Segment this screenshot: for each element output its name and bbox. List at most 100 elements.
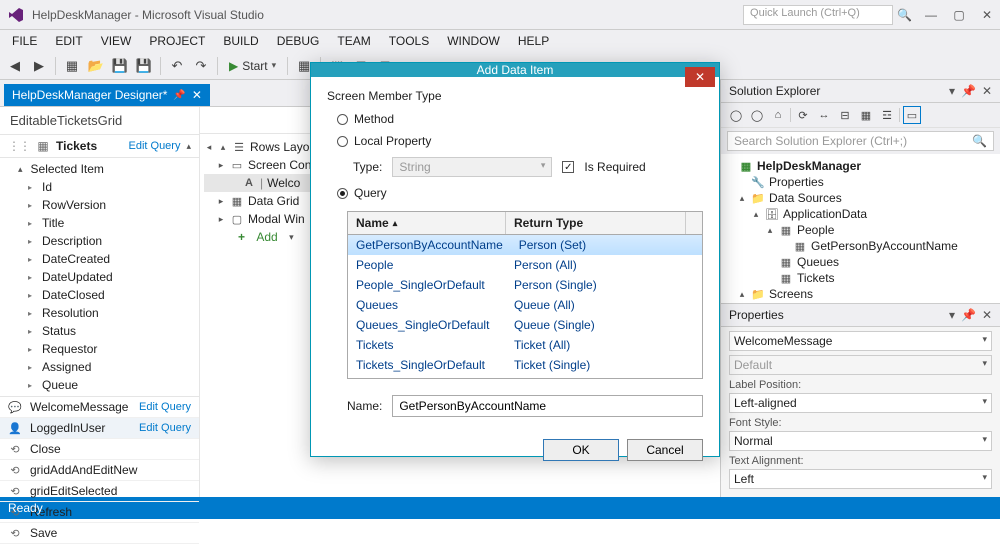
menu-team[interactable]: TEAM: [329, 32, 378, 50]
field-item[interactable]: Description: [0, 232, 199, 250]
menu-help[interactable]: HELP: [510, 32, 557, 50]
props-label: Label Position:: [729, 379, 992, 391]
se-properties[interactable]: 🔧Properties: [723, 174, 998, 190]
action-item[interactable]: ⟲Close: [0, 439, 199, 460]
layout-screen-content[interactable]: ▸▭Screen Con: [204, 156, 716, 174]
redo-icon[interactable]: ↷: [190, 55, 212, 77]
tb-icon-1[interactable]: ▦: [293, 55, 315, 77]
se-sync-icon[interactable]: ↔: [815, 106, 833, 124]
se-preview-icon[interactable]: ▭: [903, 106, 921, 124]
start-button[interactable]: ▶Start▾: [223, 59, 282, 73]
menu-window[interactable]: WINDOW: [439, 32, 508, 50]
props-label-position[interactable]: Left-aligned▾: [729, 393, 992, 413]
menu-edit[interactable]: EDIT: [47, 32, 90, 50]
field-item[interactable]: DateClosed: [0, 286, 199, 304]
field-item[interactable]: Status: [0, 322, 199, 340]
field-item[interactable]: Requestor: [0, 340, 199, 358]
minimize-button[interactable]: —: [924, 8, 938, 22]
rows-icon: ☰: [232, 141, 246, 154]
tb-icon-4[interactable]: ⊟: [374, 55, 396, 77]
user-icon: 👤: [8, 422, 22, 435]
doc-tab-designer[interactable]: HelpDeskManager Designer* 📌 ✕: [4, 84, 210, 106]
action-item[interactable]: ⟲Save: [0, 523, 199, 544]
window-title: HelpDeskManager - Microsoft Visual Studi…: [32, 8, 264, 22]
se-project[interactable]: ▦HelpDeskManager: [723, 158, 998, 174]
layout-welcome[interactable]: A|Welco: [204, 174, 716, 192]
nav-back-icon[interactable]: ◀: [4, 55, 26, 77]
tickets-node[interactable]: ⋮⋮ ▦ Tickets Edit Query ▴: [0, 135, 199, 158]
menu-debug[interactable]: DEBUG: [269, 32, 328, 50]
pin-icon[interactable]: 📌: [173, 90, 185, 101]
tb-icon-2[interactable]: ⬚: [326, 55, 348, 77]
action-item[interactable]: ⟲gridAddAndEditNew: [0, 460, 199, 481]
menu-file[interactable]: FILE: [4, 32, 45, 50]
field-item[interactable]: Queue: [0, 376, 199, 394]
tb-icon-3[interactable]: ⊞: [350, 55, 372, 77]
se-home-icon[interactable]: ⌂: [769, 106, 787, 124]
se-data-sources[interactable]: ▴📁Data Sources: [723, 190, 998, 206]
menu-build[interactable]: BUILD: [215, 32, 266, 50]
chevron-up-icon[interactable]: ▴: [186, 141, 191, 152]
quick-launch-input[interactable]: Quick Launch (Ctrl+Q): [743, 5, 893, 25]
se-queues[interactable]: ▦Queues: [723, 254, 998, 270]
layout-rows[interactable]: ◂▴☰Rows Layout: [204, 138, 716, 156]
pin-icon[interactable]: 📌: [961, 308, 976, 322]
se-refresh-icon[interactable]: ⟳: [794, 106, 812, 124]
field-item[interactable]: DateUpdated: [0, 268, 199, 286]
props-font-style[interactable]: Normal▾: [729, 431, 992, 451]
props-default-combo[interactable]: Default▾: [729, 355, 992, 375]
save-all-icon[interactable]: 💾: [133, 55, 155, 77]
se-people[interactable]: ▴▦People: [723, 222, 998, 238]
edit-query-toolbar[interactable]: ✎ Edit Qu: [657, 115, 710, 129]
close-icon[interactable]: ✕: [982, 308, 992, 322]
props-text-align[interactable]: Left▾: [729, 469, 992, 489]
search-icon[interactable]: 🔍: [897, 8, 912, 22]
table-icon: ▦: [36, 139, 50, 153]
action-item[interactable]: 👤LoggedInUserEdit Query: [0, 418, 199, 439]
new-project-icon[interactable]: ▦: [61, 55, 83, 77]
field-item[interactable]: Assigned: [0, 358, 199, 376]
maximize-button[interactable]: ▢: [952, 8, 966, 22]
pin-icon[interactable]: 📌: [961, 84, 976, 98]
menu-view[interactable]: VIEW: [93, 32, 140, 50]
field-item[interactable]: Id: [0, 178, 199, 196]
se-back-icon[interactable]: ◯: [727, 106, 745, 124]
wrench-icon: 🔧: [751, 176, 765, 189]
selected-item-node[interactable]: Selected Item: [0, 160, 199, 178]
se-collapse-icon[interactable]: ⊟: [836, 106, 854, 124]
window-icon: ▢: [230, 213, 244, 226]
project-icon: ▦: [739, 160, 753, 173]
layout-modal-win[interactable]: ▸▢Modal Win: [204, 210, 716, 228]
menu-tools[interactable]: TOOLS: [381, 32, 437, 50]
se-tickets[interactable]: ▦Tickets: [723, 270, 998, 286]
dropdown-icon[interactable]: ▾: [949, 84, 955, 98]
menu-project[interactable]: PROJECT: [141, 32, 213, 50]
se-properties-icon[interactable]: ☲: [878, 106, 896, 124]
field-item[interactable]: Resolution: [0, 304, 199, 322]
se-showall-icon[interactable]: ▦: [857, 106, 875, 124]
layout-data-grid[interactable]: ▸▦Data Grid: [204, 192, 716, 210]
field-item[interactable]: DateCreated: [0, 250, 199, 268]
se-screens[interactable]: ▴📁Screens: [723, 286, 998, 302]
dropdown-icon[interactable]: ▾: [949, 308, 955, 322]
action-item[interactable]: 💬WelcomeMessageEdit Query: [0, 397, 199, 418]
save-icon[interactable]: 💾: [109, 55, 131, 77]
undo-icon[interactable]: ↶: [166, 55, 188, 77]
titlebar: HelpDeskManager - Microsoft Visual Studi…: [0, 0, 1000, 30]
se-fwd-icon[interactable]: ◯: [748, 106, 766, 124]
field-item[interactable]: RowVersion: [0, 196, 199, 214]
se-query[interactable]: ▦GetPersonByAccountName: [723, 238, 998, 254]
close-button[interactable]: ✕: [980, 8, 994, 22]
se-app-data[interactable]: ▴🗄ApplicationData: [723, 206, 998, 222]
add-link[interactable]: + Add ▾: [204, 228, 716, 246]
se-search-input[interactable]: Search Solution Explorer (Ctrl+;) 🔍: [727, 131, 994, 151]
method-icon: ⟲: [8, 443, 22, 456]
open-icon[interactable]: 📂: [85, 55, 107, 77]
field-item[interactable]: Title: [0, 214, 199, 232]
tab-close-icon[interactable]: ✕: [192, 88, 202, 102]
props-object-combo[interactable]: WelcomeMessage▾: [729, 331, 992, 351]
close-icon[interactable]: ✕: [982, 84, 992, 98]
edit-query-link[interactable]: Edit Query: [129, 140, 181, 152]
action-item[interactable]: ⟲gridEditSelected: [0, 481, 199, 502]
nav-fwd-icon[interactable]: ▶: [28, 55, 50, 77]
